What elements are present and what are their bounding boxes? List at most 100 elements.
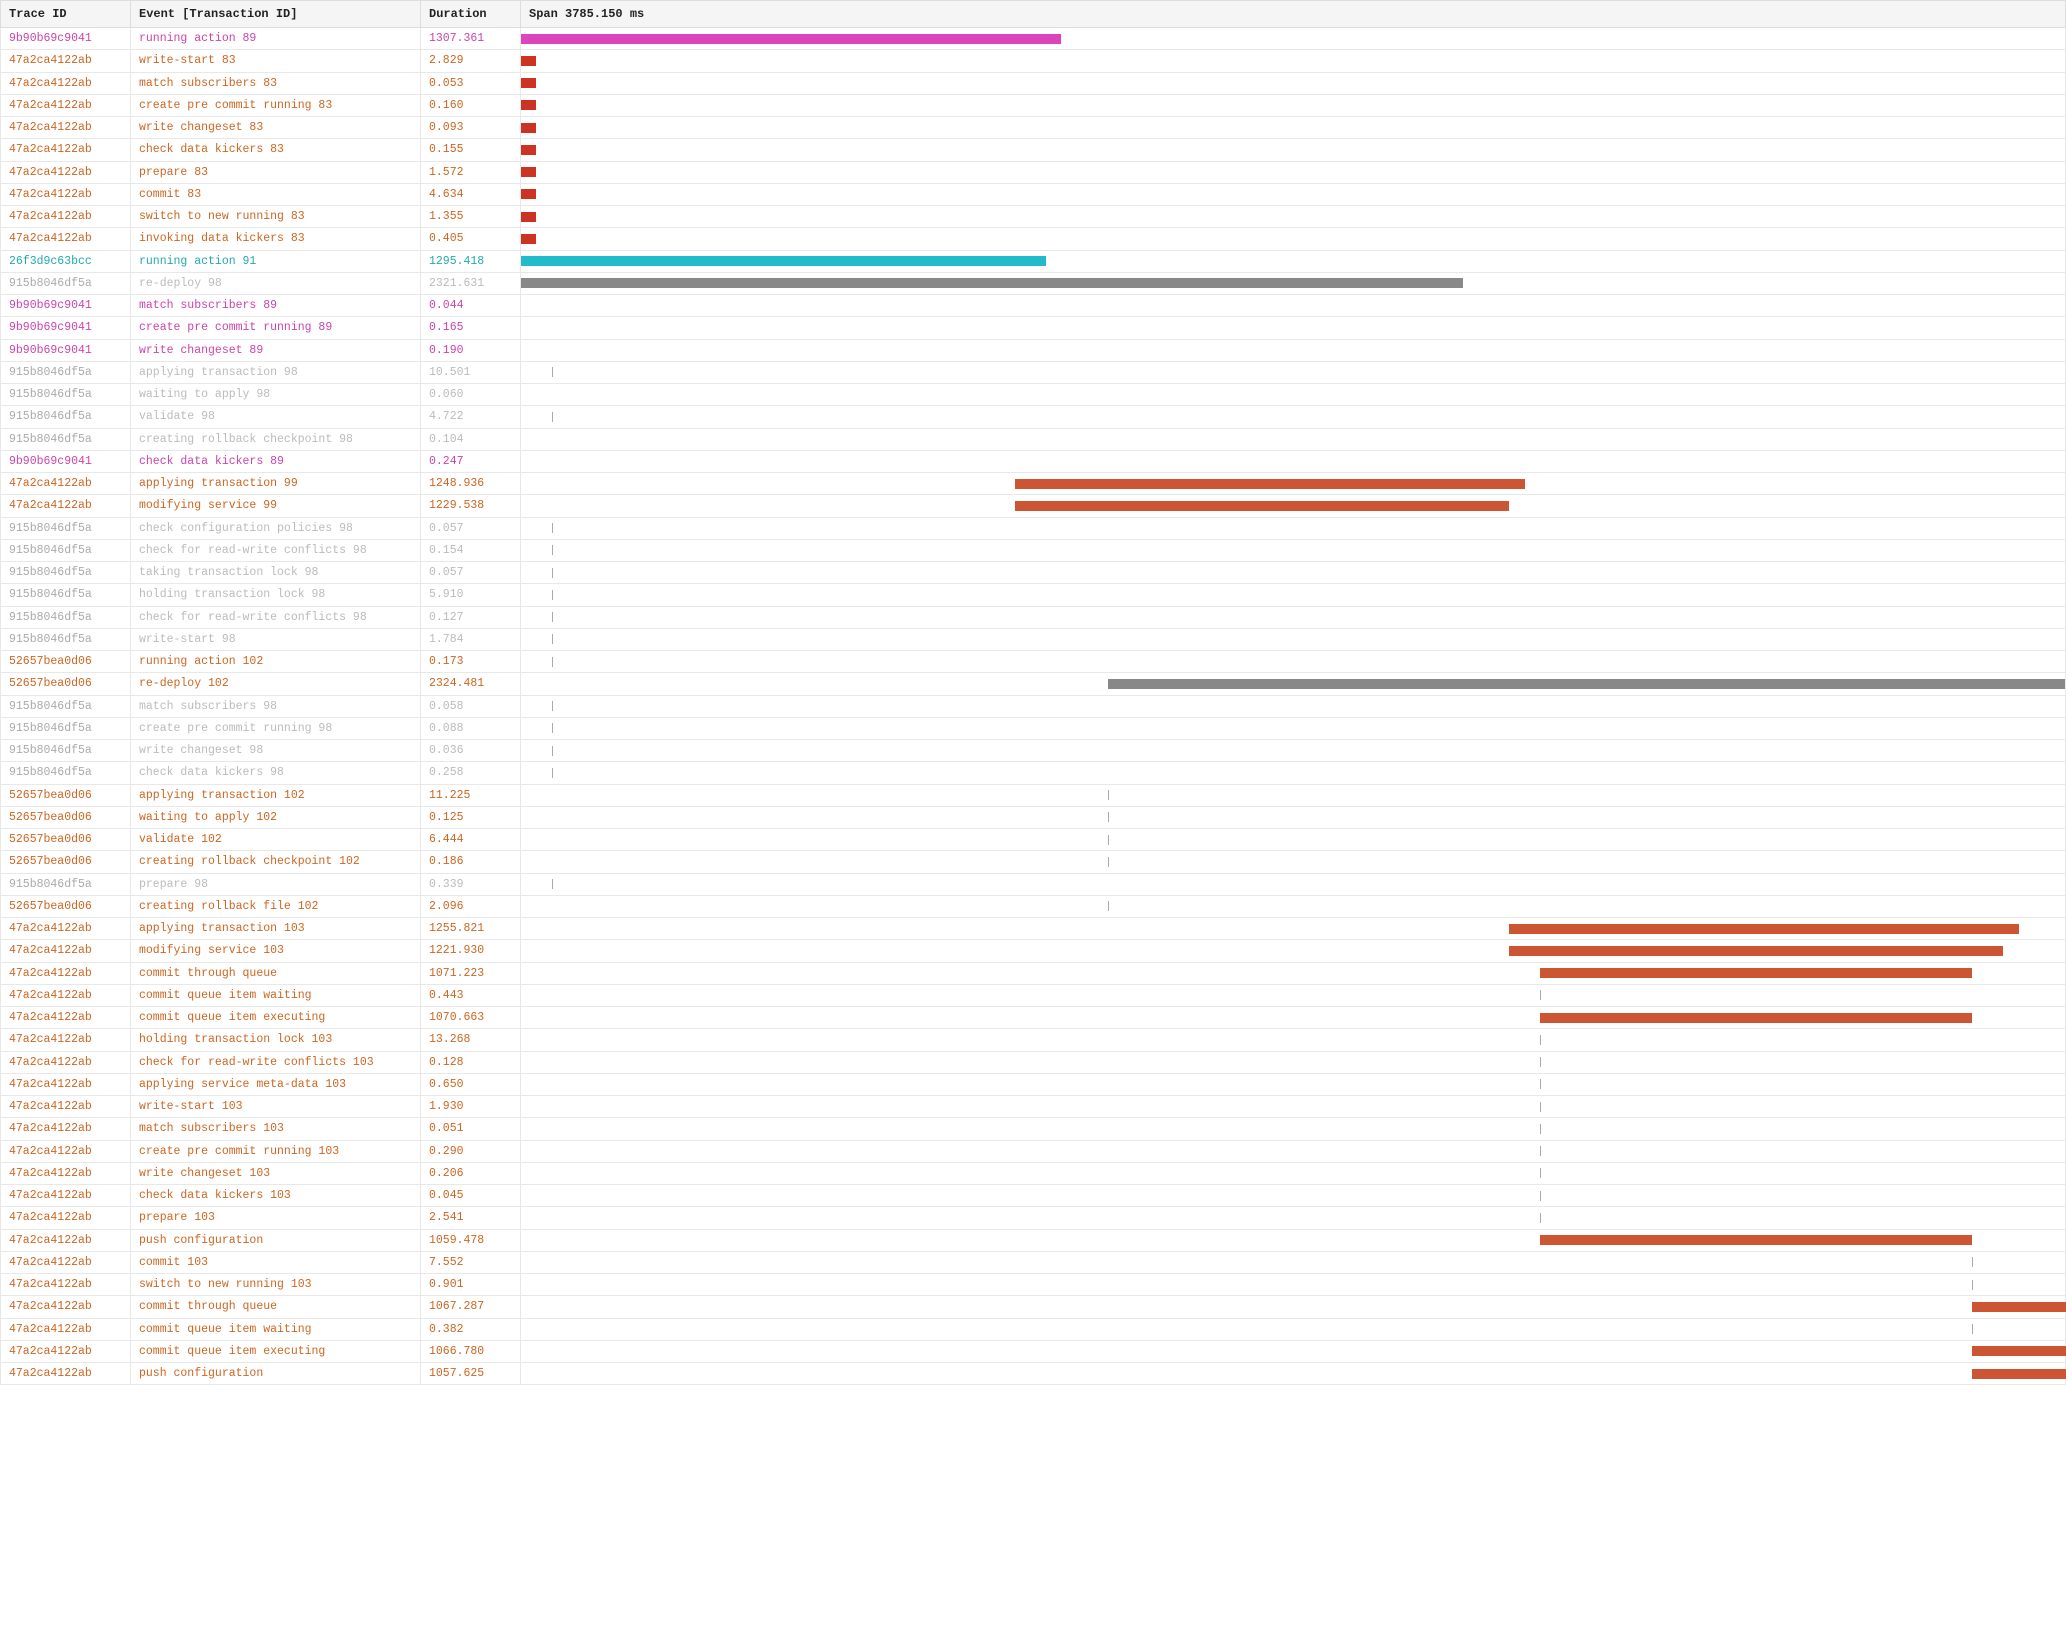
trace-id-cell[interactable]: 915b8046df5a — [1, 628, 131, 650]
duration-cell: 1066.780 — [421, 1340, 521, 1362]
trace-id-cell[interactable]: 47a2ca4122ab — [1, 1096, 131, 1118]
trace-id-cell[interactable]: 915b8046df5a — [1, 428, 131, 450]
trace-id-cell[interactable]: 9b90b69c9041 — [1, 28, 131, 50]
table-row: 47a2ca4122abpush configuration1057.625 — [1, 1363, 2066, 1385]
trace-id-cell[interactable]: 915b8046df5a — [1, 272, 131, 294]
trace-id-cell[interactable]: 47a2ca4122ab — [1, 139, 131, 161]
span-tick — [1540, 1057, 1541, 1067]
span-bar-cell — [521, 517, 2066, 539]
span-bar — [521, 56, 536, 66]
trace-id-cell[interactable]: 47a2ca4122ab — [1, 1363, 131, 1385]
trace-id-cell[interactable]: 915b8046df5a — [1, 762, 131, 784]
trace-id-cell[interactable]: 915b8046df5a — [1, 740, 131, 762]
table-row: 47a2ca4122abcreate pre commit running 83… — [1, 94, 2066, 116]
span-tick — [1972, 1280, 1973, 1290]
trace-id-cell[interactable]: 52657bea0d06 — [1, 784, 131, 806]
trace-id-cell[interactable]: 47a2ca4122ab — [1, 1251, 131, 1273]
span-bar-cell — [521, 1274, 2066, 1296]
duration-cell: 0.190 — [421, 339, 521, 361]
table-row: 915b8046df5acheck for read-write conflic… — [1, 606, 2066, 628]
trace-id-cell[interactable]: 47a2ca4122ab — [1, 206, 131, 228]
span-tick — [1972, 1257, 1973, 1267]
trace-id-cell[interactable]: 915b8046df5a — [1, 562, 131, 584]
event-cell: waiting to apply 102 — [131, 806, 421, 828]
duration-cell: 1248.936 — [421, 473, 521, 495]
trace-id-cell[interactable]: 915b8046df5a — [1, 717, 131, 739]
span-tick — [552, 746, 553, 756]
event-cell: push configuration — [131, 1363, 421, 1385]
trace-id-cell[interactable]: 47a2ca4122ab — [1, 940, 131, 962]
trace-id-cell[interactable]: 915b8046df5a — [1, 695, 131, 717]
span-bar — [1972, 1369, 2066, 1379]
trace-id-cell[interactable]: 47a2ca4122ab — [1, 228, 131, 250]
trace-id-cell[interactable]: 915b8046df5a — [1, 406, 131, 428]
trace-id-cell[interactable]: 47a2ca4122ab — [1, 962, 131, 984]
trace-id-cell[interactable]: 47a2ca4122ab — [1, 183, 131, 205]
trace-id-cell[interactable]: 52657bea0d06 — [1, 851, 131, 873]
duration-cell: 1255.821 — [421, 918, 521, 940]
span-tick — [1540, 1102, 1541, 1112]
trace-id-cell[interactable]: 47a2ca4122ab — [1, 1162, 131, 1184]
duration-cell: 0.045 — [421, 1185, 521, 1207]
trace-id-cell[interactable]: 52657bea0d06 — [1, 895, 131, 917]
trace-id-cell[interactable]: 9b90b69c9041 — [1, 339, 131, 361]
span-bar-cell — [521, 361, 2066, 383]
trace-id-cell[interactable]: 915b8046df5a — [1, 584, 131, 606]
span-tick — [1540, 1168, 1541, 1178]
trace-id-cell[interactable]: 47a2ca4122ab — [1, 1118, 131, 1140]
span-bar-cell — [521, 295, 2066, 317]
trace-id-cell[interactable]: 47a2ca4122ab — [1, 1007, 131, 1029]
trace-id-cell[interactable]: 47a2ca4122ab — [1, 1318, 131, 1340]
duration-cell: 2321.631 — [421, 272, 521, 294]
trace-id-cell[interactable]: 47a2ca4122ab — [1, 984, 131, 1006]
trace-id-cell[interactable]: 47a2ca4122ab — [1, 473, 131, 495]
trace-id-cell[interactable]: 47a2ca4122ab — [1, 161, 131, 183]
trace-id-cell[interactable]: 9b90b69c9041 — [1, 295, 131, 317]
trace-id-cell[interactable]: 47a2ca4122ab — [1, 1185, 131, 1207]
duration-cell: 1229.538 — [421, 495, 521, 517]
trace-id-cell[interactable]: 915b8046df5a — [1, 517, 131, 539]
table-row: 52657bea0d06applying transaction 10211.2… — [1, 784, 2066, 806]
trace-id-cell[interactable]: 47a2ca4122ab — [1, 117, 131, 139]
span-tick — [1540, 1035, 1541, 1045]
trace-id-cell[interactable]: 915b8046df5a — [1, 361, 131, 383]
trace-id-cell[interactable]: 52657bea0d06 — [1, 829, 131, 851]
trace-id-cell[interactable]: 47a2ca4122ab — [1, 1229, 131, 1251]
span-tick — [1540, 1191, 1541, 1201]
trace-id-cell[interactable]: 47a2ca4122ab — [1, 1207, 131, 1229]
trace-id-cell[interactable]: 47a2ca4122ab — [1, 50, 131, 72]
trace-id-cell[interactable]: 47a2ca4122ab — [1, 1340, 131, 1362]
event-cell: match subscribers 83 — [131, 72, 421, 94]
trace-id-cell[interactable]: 915b8046df5a — [1, 539, 131, 561]
trace-id-cell[interactable]: 9b90b69c9041 — [1, 450, 131, 472]
table-row: 52657bea0d06waiting to apply 1020.125 — [1, 806, 2066, 828]
trace-id-cell[interactable]: 915b8046df5a — [1, 873, 131, 895]
trace-id-cell[interactable]: 47a2ca4122ab — [1, 94, 131, 116]
duration-cell: 1067.287 — [421, 1296, 521, 1318]
trace-id-cell[interactable]: 47a2ca4122ab — [1, 1274, 131, 1296]
trace-id-cell[interactable]: 47a2ca4122ab — [1, 72, 131, 94]
span-bar — [1540, 968, 1972, 978]
span-tick — [552, 701, 553, 711]
trace-id-cell[interactable]: 9b90b69c9041 — [1, 317, 131, 339]
trace-id-cell[interactable]: 26f3d9c63bcc — [1, 250, 131, 272]
trace-id-cell[interactable]: 47a2ca4122ab — [1, 1073, 131, 1095]
trace-id-cell[interactable]: 47a2ca4122ab — [1, 918, 131, 940]
duration-cell: 1070.663 — [421, 1007, 521, 1029]
trace-id-cell[interactable]: 52657bea0d06 — [1, 651, 131, 673]
trace-id-cell[interactable]: 52657bea0d06 — [1, 806, 131, 828]
table-row: 47a2ca4122abcommit 1037.552 — [1, 1251, 2066, 1273]
trace-id-cell[interactable]: 52657bea0d06 — [1, 673, 131, 695]
duration-cell: 4.722 — [421, 406, 521, 428]
span-bar — [521, 256, 1046, 266]
trace-id-cell[interactable]: 915b8046df5a — [1, 606, 131, 628]
trace-id-cell[interactable]: 47a2ca4122ab — [1, 1051, 131, 1073]
trace-id-cell[interactable]: 47a2ca4122ab — [1, 1296, 131, 1318]
trace-id-cell[interactable]: 915b8046df5a — [1, 384, 131, 406]
trace-id-cell[interactable]: 47a2ca4122ab — [1, 1029, 131, 1051]
trace-id-cell[interactable]: 47a2ca4122ab — [1, 495, 131, 517]
span-bar-cell — [521, 784, 2066, 806]
trace-id-cell[interactable]: 47a2ca4122ab — [1, 1140, 131, 1162]
duration-cell: 0.382 — [421, 1318, 521, 1340]
span-tick — [1108, 835, 1109, 845]
